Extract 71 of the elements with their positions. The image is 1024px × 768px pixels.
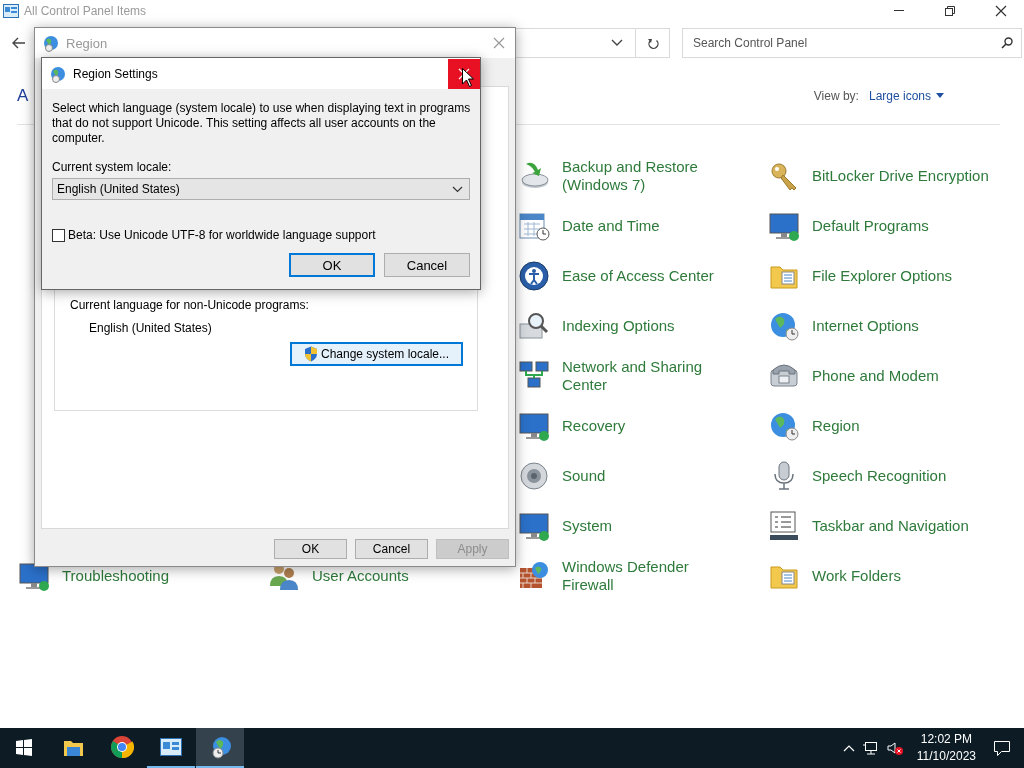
notification-icon[interactable] bbox=[994, 740, 1010, 756]
control-panel-icon bbox=[3, 4, 19, 18]
caret-icon[interactable] bbox=[936, 93, 944, 98]
control-panel-icon[interactable] bbox=[160, 738, 182, 756]
clock-date[interactable]: 11/10/2023 bbox=[916, 748, 976, 765]
control-panel-link[interactable]: BitLocker Drive Encryption bbox=[812, 167, 1007, 185]
field-label: Current system locale: bbox=[52, 160, 173, 174]
search-field[interactable]: Search Control Panel bbox=[682, 28, 1022, 58]
search-icon[interactable] bbox=[1001, 37, 1013, 49]
control-panel-link[interactable]: Indexing Options bbox=[562, 317, 727, 335]
control-panel-link[interactable]: Date and Time bbox=[562, 217, 727, 235]
locale-dropdown[interactable]: English (United States) bbox=[52, 178, 470, 200]
restore-icon[interactable] bbox=[945, 6, 955, 16]
description-text: Select which language (system locale) to use when displaying text in programs that do not support Unicode. This setting affects all user accounts on the computer. bbox=[52, 101, 472, 146]
control-panel-link[interactable]: Default Programs bbox=[812, 217, 1007, 235]
group-label: Current language for non-Unicode programs: bbox=[70, 298, 309, 312]
accessibility-icon[interactable] bbox=[518, 260, 550, 292]
dialog-title: Region Settings bbox=[73, 66, 158, 81]
control-panel-link[interactable]: Ease of Access Center bbox=[562, 267, 727, 285]
control-panel-link[interactable]: File Explorer Options bbox=[812, 267, 1007, 285]
dialog-title: Region bbox=[66, 35, 108, 51]
search-input[interactable]: Search Control Panel bbox=[691, 35, 1001, 51]
window-title: All Control Panel Items bbox=[24, 4, 147, 18]
change-locale-button[interactable]: Change system locale... bbox=[290, 342, 463, 366]
control-panel-link[interactable]: Phone and Modem bbox=[812, 367, 1007, 385]
taskbar-button[interactable] bbox=[196, 728, 244, 768]
close-icon bbox=[458, 67, 470, 80]
monitor-icon[interactable] bbox=[18, 560, 50, 592]
globe-icon bbox=[42, 34, 58, 52]
control-panel-link[interactable]: User Accounts bbox=[312, 567, 507, 585]
view-by-dropdown[interactable]: Large icons bbox=[868, 88, 944, 103]
dialog-button[interactable]: Cancel bbox=[384, 253, 470, 277]
default-button[interactable]: OK bbox=[289, 253, 375, 277]
control-panel-link[interactable]: Windows Defender Firewall bbox=[562, 558, 727, 594]
close-icon[interactable] bbox=[995, 5, 1007, 17]
muted-speaker-icon[interactable] bbox=[886, 741, 903, 755]
control-panel-link[interactable]: Recovery bbox=[562, 417, 727, 435]
control-panel-link[interactable]: Sound bbox=[562, 467, 727, 485]
control-panel-link[interactable]: Backup and Restore (Windows 7) bbox=[562, 158, 727, 194]
refresh-icon[interactable] bbox=[646, 36, 659, 50]
control-panel-link[interactable]: Work Folders bbox=[812, 567, 1007, 585]
back-arrow-icon[interactable] bbox=[12, 36, 26, 50]
control-panel-link[interactable]: Region bbox=[812, 417, 1007, 435]
magnifier-icon[interactable] bbox=[518, 310, 550, 342]
start-icon[interactable] bbox=[16, 738, 32, 756]
control-panel-link[interactable]: Troubleshooting bbox=[62, 567, 257, 585]
monitor-icon[interactable] bbox=[518, 410, 550, 442]
mouse-cursor-icon bbox=[462, 68, 474, 87]
page-heading: A bbox=[17, 85, 29, 106]
control-panel-link[interactable]: Network and Sharing Center bbox=[562, 358, 727, 394]
checkbox[interactable] bbox=[52, 228, 65, 242]
network-icon[interactable] bbox=[862, 741, 879, 755]
chevron-down-icon bbox=[452, 185, 463, 193]
minimize-icon[interactable] bbox=[894, 10, 904, 12]
control-panel-link[interactable]: Taskbar and Navigation bbox=[812, 517, 1007, 535]
chevron-up-icon[interactable] bbox=[842, 744, 855, 752]
calendar-icon[interactable] bbox=[518, 210, 550, 242]
speaker-icon[interactable] bbox=[518, 460, 550, 492]
control-panel-link[interactable]: System bbox=[562, 517, 727, 535]
shield-icon bbox=[303, 346, 318, 362]
globe-icon bbox=[49, 64, 65, 83]
view-by-label: View by: bbox=[813, 88, 859, 103]
control-panel-link[interactable]: Speech Recognition bbox=[812, 467, 1007, 485]
monitor-icon[interactable] bbox=[518, 510, 550, 542]
checkbox-label[interactable]: Beta: Use Unicode UTF-8 for worldwide language support bbox=[68, 228, 376, 242]
browser-icon[interactable] bbox=[110, 735, 134, 759]
current-language-text: English (United States) bbox=[89, 321, 212, 335]
window-icon[interactable] bbox=[768, 510, 800, 542]
monitor-icon[interactable] bbox=[768, 210, 800, 242]
control-panel-link[interactable]: Internet Options bbox=[812, 317, 1007, 335]
clock-time[interactable]: 12:02 PM bbox=[920, 731, 973, 748]
